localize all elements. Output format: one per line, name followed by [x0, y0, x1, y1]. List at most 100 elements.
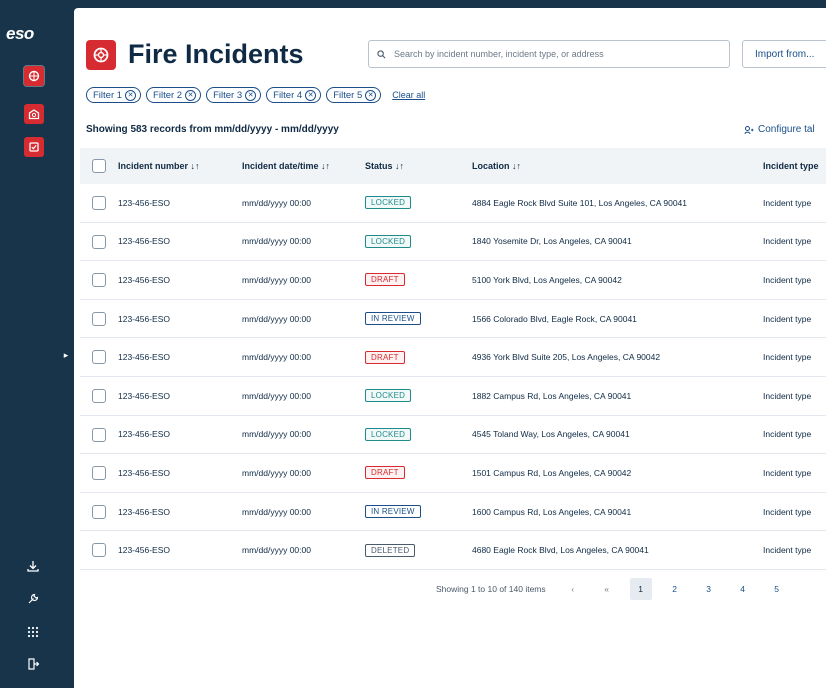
incident-date: mm/dd/yyyy 00:00 — [242, 197, 311, 208]
row-checkbox[interactable] — [92, 234, 106, 249]
select-all-checkbox[interactable] — [92, 159, 106, 173]
table-row[interactable]: 123-456-ESO mm/dd/yyyy 00:00 IN REVIEW 1566… — [80, 300, 826, 339]
table-row[interactable]: 123-456-ESO mm/dd/yyyy 00:00 IN REVIEW 1600… — [80, 493, 826, 532]
incident-date: mm/dd/yyyy 00:00 — [242, 506, 311, 517]
column-header-incident-type[interactable]: Incident type — [763, 161, 819, 171]
incident-date: mm/dd/yyyy 00:00 — [242, 352, 311, 363]
row-checkbox[interactable] — [92, 196, 106, 210]
incident-date: mm/dd/yyyy 00:00 — [242, 313, 311, 324]
import-from-button[interactable]: Import from... — [742, 40, 826, 68]
status-badge: LOCKED — [365, 196, 412, 210]
incident-number: 123-456-ESO — [118, 236, 170, 247]
page-button[interactable]: 1 — [629, 578, 652, 600]
nav-checklist-button[interactable] — [24, 137, 44, 157]
table-row[interactable]: 123-456-ESO mm/dd/yyyy 00:00 DRAFT 1501 Cam… — [80, 454, 826, 493]
filter-chip-label: Filter 3 — [213, 89, 243, 101]
status-cell: LOCKED — [365, 389, 412, 403]
wrench-icon[interactable] — [23, 589, 43, 609]
table-header: Incident number ↓↑ Incident date/time ↓↑… — [80, 148, 826, 184]
row-checkbox[interactable] — [92, 427, 106, 442]
status-cell: DRAFT — [365, 466, 405, 480]
table-row[interactable]: 123-456-ESO mm/dd/yyyy 00:00 LOCKED 4884 Ea… — [80, 184, 826, 223]
row-checkbox[interactable] — [92, 350, 106, 365]
status-badge: IN REVIEW — [365, 312, 421, 326]
close-icon[interactable]: ✕ — [125, 89, 137, 101]
prev-page-icon[interactable]: ‹ — [562, 578, 584, 600]
column-header-location[interactable]: Location ↓↑ — [472, 161, 521, 171]
nav-building-button[interactable] — [24, 104, 44, 124]
status-badge: DELETED — [365, 543, 416, 557]
filter-chip[interactable]: Filter 4 ✕ — [266, 87, 322, 103]
status-badge: DRAFT — [365, 350, 405, 364]
close-icon[interactable]: ✕ — [185, 89, 197, 101]
row-checkbox[interactable] — [92, 543, 106, 558]
table-row[interactable]: 123-456-ESO mm/dd/yyyy 00:00 LOCKED 1882 Ca… — [80, 377, 826, 416]
expand-chevron-icon[interactable]: ▸ — [58, 340, 74, 370]
incident-number: 123-456-ESO — [118, 197, 170, 208]
close-icon[interactable]: ✕ — [245, 89, 257, 101]
row-checkbox[interactable] — [92, 388, 106, 403]
incident-location: 4936 York Blvd Suite 205, Los Angeles, C… — [472, 352, 661, 363]
incident-type: Incident type — [763, 352, 812, 363]
incident-location: 4545 Toland Way, Los Angeles, CA 90041 — [472, 429, 630, 440]
status-badge: DRAFT — [365, 466, 405, 480]
status-cell: DELETED — [365, 543, 416, 557]
pagination-summary: Showing 1 to 10 of 140 items — [436, 584, 546, 594]
table-body: 123-456-ESO mm/dd/yyyy 00:00 LOCKED 4884 Ea… — [80, 184, 826, 570]
close-icon[interactable]: ✕ — [305, 89, 317, 101]
sidebar: eso — [0, 0, 58, 688]
incident-location: 1600 Campus Rd, Los Angeles, CA 90041 — [472, 506, 632, 517]
table-row[interactable]: 123-456-ESO mm/dd/yyyy 00:00 DRAFT 5100 Yor… — [80, 261, 826, 300]
download-icon[interactable] — [23, 556, 43, 576]
table-row[interactable]: 123-456-ESO mm/dd/yyyy 00:00 DELETED 4680 E… — [80, 531, 826, 570]
filter-chip[interactable]: Filter 2 ✕ — [146, 87, 202, 103]
filter-chip[interactable]: Filter 3 ✕ — [206, 87, 262, 103]
first-page-icon[interactable]: « — [596, 578, 618, 600]
filter-chip[interactable]: Filter 5 ✕ — [326, 87, 382, 103]
search-box[interactable] — [368, 40, 730, 68]
incident-location: 4680 Eagle Rock Blvd, Los Angeles, CA 90… — [472, 545, 649, 556]
column-header-incident-date[interactable]: Incident date/time ↓↑ — [242, 161, 330, 171]
incident-number: 123-456-ESO — [118, 506, 170, 517]
incident-location: 1566 Colorado Blvd, Eagle Rock, CA 90041 — [472, 313, 637, 324]
column-header-incident-number[interactable]: Incident number ↓↑ — [118, 161, 200, 171]
row-checkbox[interactable] — [92, 504, 106, 519]
table-row[interactable]: 123-456-ESO mm/dd/yyyy 00:00 LOCKED 4545 To… — [80, 416, 826, 455]
configure-table-button[interactable]: Configure tal — [744, 124, 815, 135]
incident-number: 123-456-ESO — [118, 274, 170, 285]
incident-type: Incident type — [763, 197, 812, 208]
nav-fire-incidents-button[interactable] — [24, 66, 44, 86]
incident-date: mm/dd/yyyy 00:00 — [242, 545, 311, 556]
sidebar-bottom-corner — [0, 658, 58, 688]
page-button[interactable]: 5 — [766, 578, 788, 600]
incident-number: 123-456-ESO — [118, 352, 170, 363]
incident-type: Incident type — [763, 545, 812, 556]
incident-location: 1840 Yosemite Dr, Los Angeles, CA 90041 — [472, 236, 632, 247]
row-checkbox[interactable] — [92, 466, 106, 481]
search-input[interactable] — [392, 48, 716, 60]
close-icon[interactable]: ✕ — [365, 89, 377, 101]
table-row[interactable]: 123-456-ESO mm/dd/yyyy 00:00 DRAFT 4936 Yor… — [80, 338, 826, 377]
incident-type: Incident type — [763, 313, 812, 324]
fire-incidents-icon — [86, 40, 116, 70]
eso-logo: eso — [6, 24, 34, 43]
status-cell: LOCKED — [365, 234, 412, 248]
page-button[interactable]: 4 — [732, 578, 754, 600]
table-row[interactable]: 123-456-ESO mm/dd/yyyy 00:00 LOCKED 1840 Yo… — [80, 223, 826, 262]
configure-icon — [744, 125, 754, 134]
fire-badge-icon — [28, 70, 40, 82]
incident-date: mm/dd/yyyy 00:00 — [242, 467, 311, 478]
status-cell: LOCKED — [365, 196, 412, 210]
incident-location: 4884 Eagle Rock Blvd Suite 101, Los Ange… — [472, 197, 688, 208]
app-grid-icon[interactable] — [23, 622, 43, 642]
page-button[interactable]: 2 — [664, 578, 686, 600]
page-button[interactable]: 3 — [698, 578, 720, 600]
column-header-status[interactable]: Status ↓↑ — [365, 161, 404, 171]
filter-chip[interactable]: Filter 1 ✕ — [86, 87, 142, 103]
incident-number: 123-456-ESO — [118, 313, 170, 324]
row-checkbox[interactable] — [92, 273, 106, 288]
row-checkbox[interactable] — [92, 311, 106, 326]
status-cell: LOCKED — [365, 427, 412, 441]
search-icon — [377, 49, 386, 58]
clear-all-link[interactable]: Clear all — [392, 90, 425, 100]
